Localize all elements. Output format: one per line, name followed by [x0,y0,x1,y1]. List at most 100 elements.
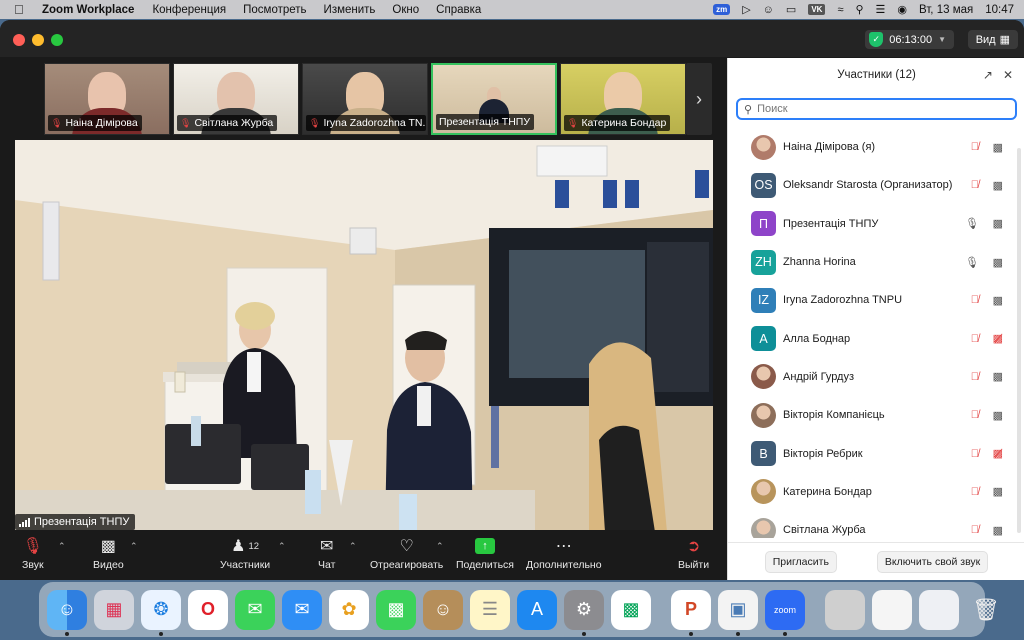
apple-icon[interactable]:  [14,2,28,17]
video-thumbnail[interactable]: 🎙 Наіна Дімірова [44,63,170,135]
camera-icon[interactable]: ▩ [993,370,1003,383]
camera-icon[interactable]: ▩ [993,524,1003,537]
zoom-icon[interactable]: zoom [765,589,805,636]
video-thumbnail[interactable]: 🎙 Катерина Бондар [560,63,686,135]
camera-icon[interactable]: ▩ [993,179,1003,192]
menu-item-window[interactable]: Окно [392,4,419,16]
mail-icon[interactable]: ✉ [282,589,322,630]
mic-off-icon[interactable]: 🎙̸ [971,371,979,383]
participant-row[interactable]: Світлана Журба 🎙̸ ▩ [728,511,1024,538]
meeting-timer[interactable]: ✓ 06:13:00 ▼ [865,30,954,49]
view-button[interactable]: Вид ▦ [967,30,1018,49]
unmute-self-button[interactable]: Включить свой звук [876,550,989,573]
mic-off-icon[interactable]: 🎙̸ [971,179,979,191]
camera-icon[interactable]: ▩ [993,294,1003,307]
share-button[interactable]: ↑ Поделиться [456,536,514,571]
participant-row[interactable]: Андрій Гурдуз 🎙̸ ▩ [728,358,1024,396]
search-icon[interactable]: ⚲ [855,3,863,16]
video-thumbnail-active[interactable]: Презентація ТНПУ [431,63,557,135]
search-input[interactable] [757,103,998,115]
participants-caret-icon[interactable]: ⌃ [278,541,286,552]
minimize-window-button[interactable] [32,34,44,46]
recent-document-thumbnail[interactable] [919,589,959,630]
camera-icon[interactable]: ▩ [993,217,1003,230]
menu-clock[interactable]: 10:47 [985,4,1014,16]
user-icon[interactable]: ☺ [763,4,774,16]
control-center-icon[interactable]: ☰ [876,3,886,16]
video-button[interactable]: ▩ Видео [93,536,124,571]
mic-off-icon[interactable]: 🎙̸ [971,294,979,306]
safari-icon[interactable]: ❂ [141,589,181,636]
popout-icon[interactable]: ↗ [983,68,993,82]
camera-icon[interactable]: ▩ [993,141,1003,154]
opera-icon[interactable]: O [188,589,228,630]
camera-icon[interactable]: ▩ [993,409,1003,422]
appstore-icon[interactable]: A [517,589,557,630]
powerpoint-icon[interactable]: P [671,589,711,636]
mic-off-icon[interactable]: 🎙̸ [971,448,979,460]
battery-icon[interactable]: ▭ [786,3,796,16]
scrollbar[interactable] [1017,148,1021,533]
video-thumbnail[interactable]: 🎙 Iryna Zadorozhna TN... [302,63,428,135]
siri-icon[interactable]: ◉ [897,3,907,16]
audio-caret-icon[interactable]: ⌃ [58,541,66,552]
camera-icon[interactable]: ▩ [993,256,1003,269]
launchpad-icon[interactable]: ▦ [94,589,134,630]
photos-icon[interactable]: ✿ [329,589,369,630]
mic-off-icon[interactable]: 🎙̸ [971,333,979,345]
video-thumbnail[interactable]: 🎙 Світлана Журба [173,63,299,135]
preview-icon[interactable]: ▣ [718,589,758,636]
participant-row[interactable]: ZH Zhanna Horina 🎙 ▩ [728,243,1024,281]
messages-icon[interactable]: ✉ [235,589,275,630]
settings-icon[interactable]: ⚙ [564,589,604,636]
mic-icon[interactable]: 🎙 [965,256,979,269]
react-caret-icon[interactable]: ⌃ [436,541,444,552]
menu-item-edit[interactable]: Изменить [324,4,376,16]
participant-row[interactable]: П Презентація ТНПУ 🎙 ▩ [728,205,1024,243]
more-button[interactable]: ⋯ Дополнительно [526,536,602,571]
mic-icon[interactable]: 🎙 [965,217,979,230]
mic-off-icon[interactable]: 🎙̸ [971,486,979,498]
audio-button[interactable]: 🎙 Звук [22,536,44,571]
menu-app-name[interactable]: Zoom Workplace [42,4,134,16]
participant-row[interactable]: Наіна Дімірова (я) 🎙̸ ▩ [728,128,1024,166]
camera-off-icon[interactable]: ▩̸ [993,332,1003,345]
participant-row[interactable]: OS Oleksandr Starosta (Организатор) 🎙̸ ▩ [728,166,1024,204]
recent-window-thumbnail[interactable] [825,589,865,630]
video-caret-icon[interactable]: ⌃ [130,541,138,552]
camera-icon[interactable]: ▩ [993,485,1003,498]
facetime-icon[interactable]: ▩ [376,589,416,630]
zoom-status-icon[interactable]: zm [713,4,731,15]
participant-row[interactable]: A Алла Боднар 🎙̸ ▩̸ [728,319,1024,357]
participant-row[interactable]: B Вікторія Ребрик 🎙̸ ▩̸ [728,434,1024,472]
invite-button[interactable]: Пригласить [764,550,837,573]
close-window-button[interactable] [13,34,25,46]
play-icon[interactable]: ▷ [742,3,750,16]
search-box[interactable]: ⚲ [736,98,1017,120]
recent-document-thumbnail[interactable] [872,589,912,630]
fullscreen-window-button[interactable] [51,34,63,46]
camera-off-icon[interactable]: ▩̸ [993,447,1003,460]
mic-off-icon[interactable]: 🎙̸ [971,409,979,421]
chat-caret-icon[interactable]: ⌃ [349,541,357,552]
trash-icon[interactable]: 🗑 [966,590,1006,630]
notes-icon[interactable]: ☰ [470,589,510,630]
finder-icon[interactable]: ☺ [47,589,87,636]
close-icon[interactable]: ✕ [1003,68,1013,82]
mic-off-icon[interactable]: 🎙̸ [971,141,979,153]
menu-item-view[interactable]: Посмотреть [243,4,306,16]
mic-off-icon[interactable]: 🎙̸ [971,524,979,536]
menu-date[interactable]: Вт, 13 мая [919,4,973,16]
chevron-right-icon[interactable]: › [686,63,712,135]
participants-button[interactable]: ♟ 12 Участники [220,536,270,571]
leave-button[interactable]: ➲ Выйти [678,536,709,571]
meet-icon[interactable]: ▩ [611,589,651,630]
participant-row[interactable]: Катерина Бондар 🎙̸ ▩ [728,473,1024,511]
wifi-icon[interactable]: ≈ [837,4,843,16]
chat-button[interactable]: ✉ Чат [318,536,335,571]
menu-item-help[interactable]: Справка [436,4,481,16]
participant-row[interactable]: Вікторія Компанієць 🎙̸ ▩ [728,396,1024,434]
keyboard-layout-icon[interactable]: VK [808,4,826,15]
menu-item-conference[interactable]: Конференция [152,4,226,16]
participant-row[interactable]: IZ Iryna Zadorozhna TNPU 🎙̸ ▩ [728,281,1024,319]
